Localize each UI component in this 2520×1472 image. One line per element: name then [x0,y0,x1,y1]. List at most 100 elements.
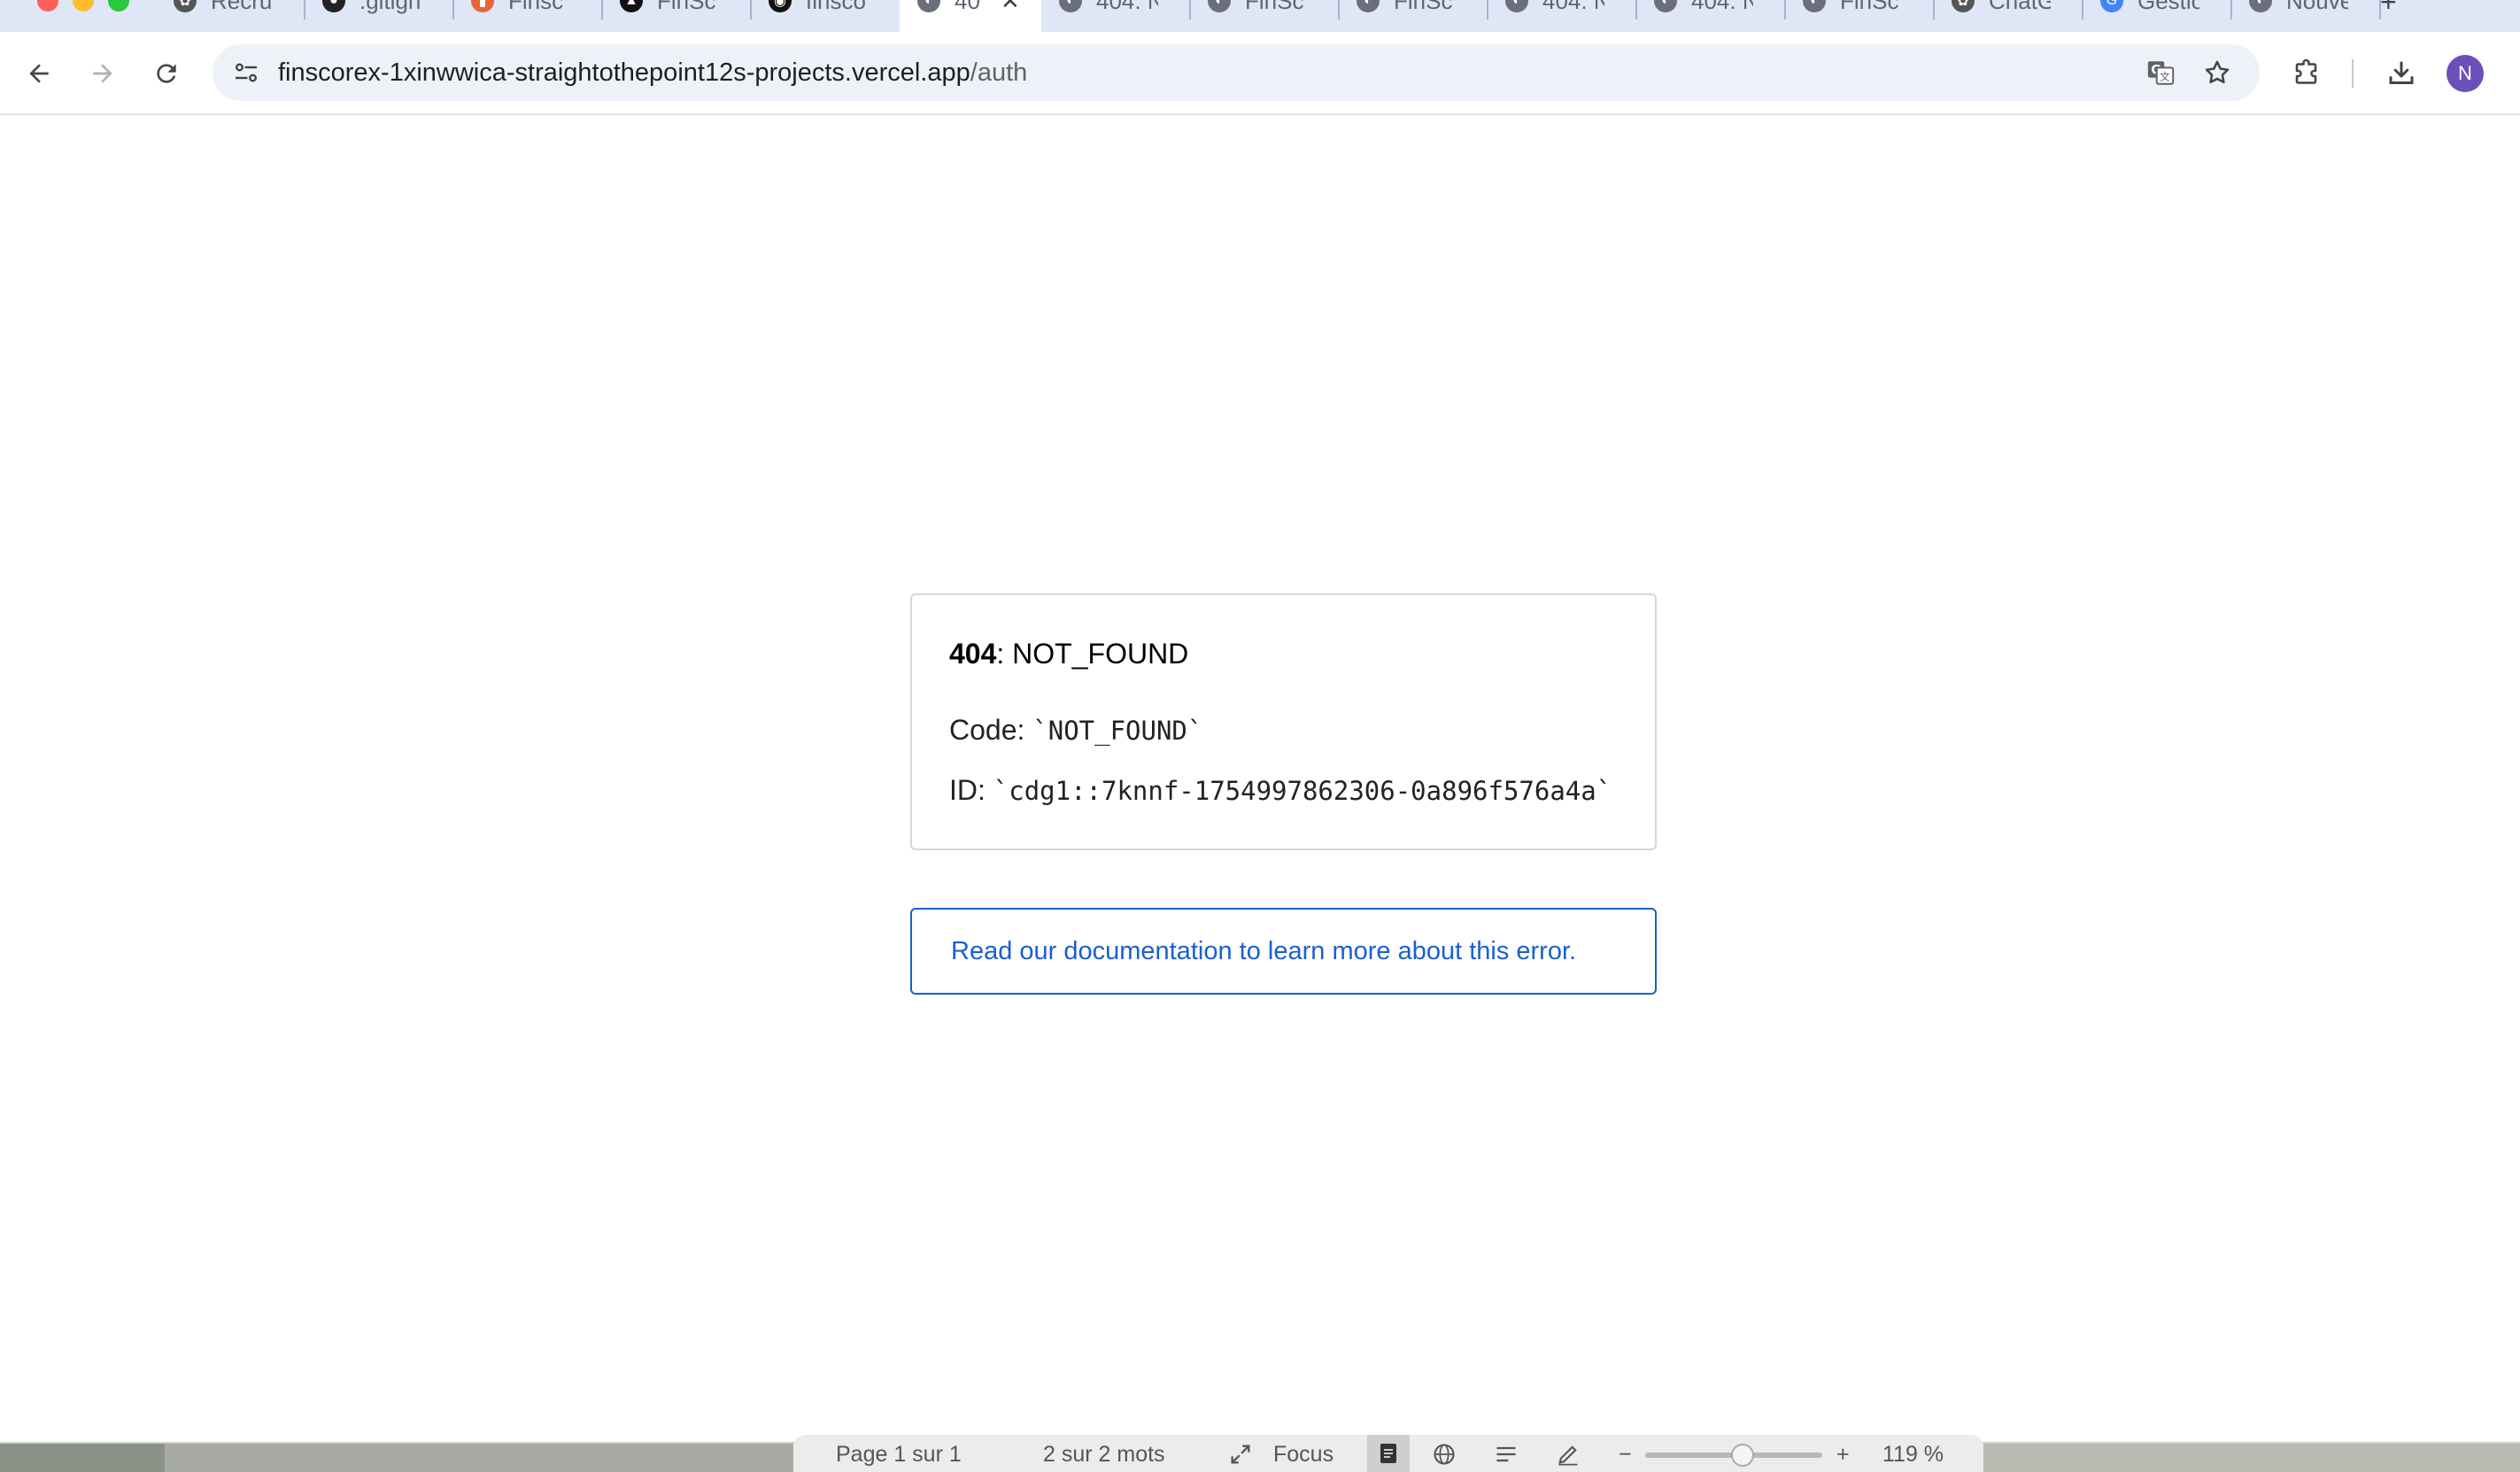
globe-icon: ◐ [2249,0,2272,12]
translate-button[interactable]: G文 [2136,44,2185,101]
tab-close-icon[interactable]: ✕ [1001,0,1020,15]
focus-icon[interactable] [1227,1442,1254,1467]
tab-title: Recrui [211,0,273,14]
browser-tab[interactable]: ◐ FinSc [1785,0,1934,32]
web-layout-icon[interactable] [1431,1442,1457,1467]
tab-title: Nouve [2286,0,2348,14]
tab-title: Gestio [2137,0,2199,14]
tab-strip: ✿ Recrui ● .gitign ▮ Finsc ▲ FinSc ◉ finsco ◐ 40 ✕ ◐ 4… [0,0,2520,32]
browser-tab[interactable]: ▲ FinSc [602,0,751,32]
browser-tab[interactable]: ✿ Recrui [156,0,305,32]
error-card: 404: NOT_FOUND Code: `NOT_FOUND` ID: `cd… [910,593,1657,850]
tab-title: FinSc [1840,0,1899,14]
tab-title: FinSc [1394,0,1453,14]
zoom-in-button[interactable]: + [1836,1442,1850,1468]
tab-title: 404: N [1096,0,1158,14]
puzzle-icon [2295,58,2317,84]
documentation-link[interactable]: Read our documentation to learn more abo… [951,910,1576,993]
url-text[interactable]: finscorex-1xinwwica-straightothepoint12s… [278,44,1027,101]
browser-tab[interactable]: ◐ FinSc [1190,0,1339,32]
document-view-icon [1380,1444,1396,1463]
forward-arrow-icon [93,64,112,83]
browser-tab[interactable]: ◐ Nouve [2231,0,2380,32]
window-zoom-button[interactable] [108,0,129,12]
svg-text:文: 文 [2160,71,2169,83]
error-status-text: NOT_FOUND [1012,638,1189,670]
openai-icon: ✿ [174,0,197,12]
browser-tab[interactable]: ◐ 404: N [1488,0,1636,32]
tab-title: 404: N [1691,0,1753,14]
browser-tab[interactable]: ▮ Finsc [453,0,602,32]
avatar: N [2447,55,2484,92]
tab-title: finsco [806,0,866,14]
error-status-code: 404 [949,638,997,670]
browser-tab[interactable]: ◐ 40 ✕ [900,0,1041,32]
error-code-line: Code: `NOT_FOUND` [949,714,1202,747]
chart-favicon-icon: ▮ [471,0,494,12]
desktop-background-2 [165,1444,793,1472]
print-layout-button[interactable] [1367,1435,1410,1472]
page-content: 404: NOT_FOUND Code: `NOT_FOUND` ID: `cd… [0,115,2520,1444]
globe-icon: ◐ [1059,0,1082,12]
globe-icon: ◐ [917,0,940,12]
url-host: finscorex-1xinwwica-straightothepoint12s… [278,58,970,87]
focus-label[interactable]: Focus [1273,1442,1333,1468]
site-info-icon[interactable] [230,57,262,89]
translate-icon: G文 [2147,61,2175,85]
tab-title: 40 [955,0,980,14]
documentation-box[interactable]: Read our documentation to learn more abo… [910,908,1657,995]
profile-button[interactable]: N [2439,32,2492,115]
word-count-text[interactable]: 2 sur 2 mots [1043,1442,1165,1468]
draft-view-icon[interactable] [1555,1442,1581,1467]
zoom-level-text[interactable]: 119 % [1882,1442,1944,1468]
word-status-bar: Page 1 sur 1 2 sur 2 mots Focus − + 119 … [793,1435,1983,1472]
tab-title: 404: N [1542,0,1604,14]
cursor-icon: ▲ [620,0,643,12]
github-icon: ● [322,0,345,12]
browser-tab[interactable]: ● .gitign [305,0,453,32]
reload-icon [157,64,176,83]
error-status-sep: : [996,638,1013,670]
outline-view-icon[interactable] [1493,1442,1519,1467]
globe-icon: ◐ [1357,0,1380,12]
browser-tab[interactable]: ✿ ChatG [1934,0,2083,32]
window-close-button[interactable] [37,0,58,12]
new-tab-button[interactable]: + [2380,0,2397,19]
page-count-text[interactable]: Page 1 sur 1 [836,1442,962,1468]
error-heading: 404: NOT_FOUND [949,638,1188,670]
tab-title: FinSc [657,0,716,14]
star-icon [2205,60,2230,84]
window-minimize-button[interactable] [73,0,94,12]
back-button[interactable] [12,32,66,115]
bookmark-button[interactable] [2192,44,2242,101]
toolbar-divider [2352,59,2354,88]
address-bar[interactable]: finscorex-1xinwwica-straightothepoint12s… [213,44,2260,101]
zoom-out-button[interactable]: − [1619,1442,1632,1468]
tab-title: FinSc [1245,0,1304,14]
browser-tab[interactable]: ◐ FinSc [1339,0,1488,32]
download-icon [2389,61,2414,84]
browser-toolbar: finscorex-1xinwwica-straightothepoint12s… [0,32,2520,115]
globe-icon: ◐ [1208,0,1231,12]
desktop-background [0,1444,165,1472]
vercel-icon: ◉ [769,0,792,12]
error-code-label: Code: [949,714,1033,746]
zoom-slider-knob[interactable] [1731,1444,1754,1467]
error-id-line: ID: `cdg1::7knnf-1754997862306-0a896f576… [949,774,1612,807]
browser-tab[interactable]: ◐ 404: N [1636,0,1785,32]
browser-tab[interactable]: ◉ finsco [751,0,900,32]
browser-tab[interactable]: ◐ 404: N [1041,0,1190,32]
reload-button[interactable] [140,32,193,115]
forward-button[interactable] [76,32,129,115]
globe-icon: ◐ [1654,0,1677,12]
globe-icon: ◐ [1505,0,1528,12]
tab-title: ChatG [1989,0,2051,14]
downloads-button[interactable] [2375,32,2428,115]
url-path: /auth [970,58,1028,87]
error-id-value: `cdg1::7knnf-1754997862306-0a896f576a4a` [993,776,1612,806]
tab-title: Finsc [508,0,564,14]
error-id-label: ID: [949,774,993,806]
extensions-button[interactable] [2281,32,2334,115]
google-icon: G [2100,0,2123,12]
browser-tab[interactable]: G Gestio [2083,0,2231,32]
